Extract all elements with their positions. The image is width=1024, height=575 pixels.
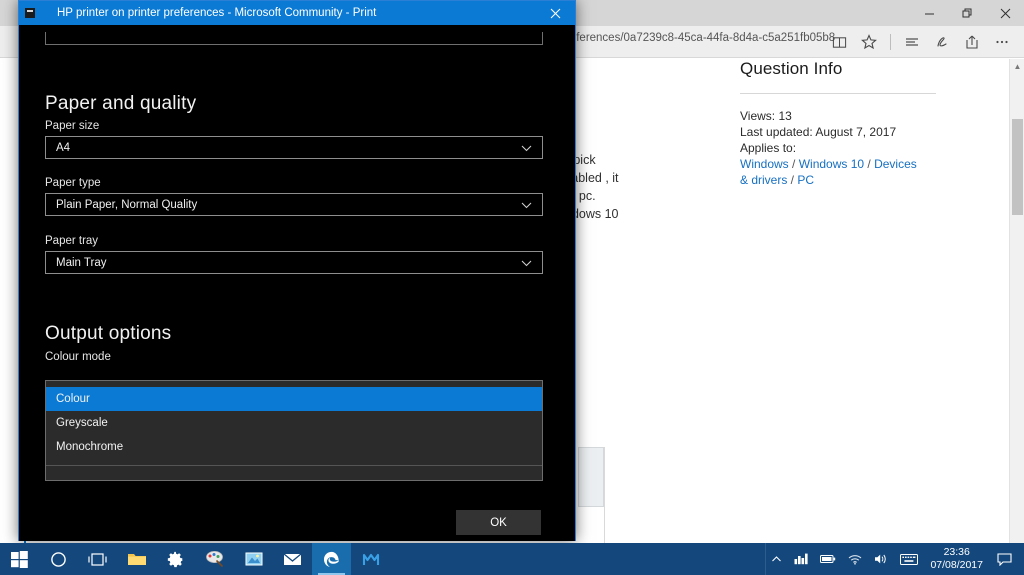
- minimize-button[interactable]: [910, 0, 948, 26]
- applies-to-link-pc[interactable]: PC: [797, 173, 814, 187]
- combobox-paper-size[interactable]: A4: [45, 136, 543, 159]
- last-updated: Last updated: August 7, 2017: [740, 125, 897, 139]
- screen: references/0a7239c8-45ca-44fa-8d4a-c5a25…: [0, 0, 1024, 575]
- clock-time: 23:36: [943, 546, 970, 558]
- page-scrollbar[interactable]: ▲: [1009, 59, 1024, 543]
- combobox-paper-type[interactable]: Plain Paper, Normal Quality: [45, 193, 543, 216]
- system-tray: 23:36 07/08/2017: [765, 543, 1024, 575]
- wifi-icon[interactable]: [842, 543, 868, 575]
- clock[interactable]: 23:36 07/08/2017: [924, 546, 991, 572]
- question-info-rule: [740, 93, 936, 94]
- listbox-option-colour[interactable]: Colour: [46, 387, 542, 411]
- scroll-up-arrow[interactable]: ▲: [1010, 59, 1024, 73]
- combobox-paper-tray-value: Main Tray: [56, 256, 107, 269]
- combobox-paper-size-value: A4: [56, 141, 71, 154]
- app-icon: [19, 1, 41, 25]
- photos-button[interactable]: [234, 543, 273, 575]
- show-hidden-icons-button[interactable]: [765, 543, 788, 575]
- label-paper-tray: Paper tray: [45, 235, 99, 247]
- taskbar-items: [0, 543, 390, 575]
- combobox-paper-tray[interactable]: Main Tray: [45, 251, 543, 274]
- share-icon[interactable]: [958, 28, 986, 56]
- section-heading-output-options: Output options: [45, 323, 172, 344]
- battery-icon[interactable]: [814, 543, 842, 575]
- taskbar: 23:36 07/08/2017: [0, 543, 1024, 575]
- task-view-button[interactable]: [78, 543, 117, 575]
- question-info-title: Question Info: [740, 59, 843, 78]
- paint-button[interactable]: [195, 543, 234, 575]
- task-manager-icon[interactable]: [788, 543, 814, 575]
- close-button[interactable]: [986, 0, 1024, 26]
- applies-to-link-windows-10[interactable]: Windows 10: [799, 157, 864, 171]
- action-center-button[interactable]: [991, 543, 1024, 575]
- applies-to-links: Windows / Windows 10 / Devices & drivers…: [740, 156, 918, 188]
- link-separator: /: [787, 173, 798, 187]
- chevron-down-icon: [521, 194, 532, 217]
- restore-button[interactable]: [948, 0, 986, 26]
- dialog-title: HP printer on printer preferences - Micr…: [57, 7, 377, 19]
- scrollbar-thumb[interactable]: [1012, 119, 1023, 215]
- reading-view-icon[interactable]: [825, 28, 853, 56]
- address-bar-text[interactable]: references/0a7239c8-45ca-44fa-8d4a-c5a25…: [566, 32, 835, 44]
- dialog-close-button[interactable]: [535, 1, 575, 25]
- listbox-colour-mode[interactable]: Colour Greyscale Monochrome: [45, 380, 543, 481]
- question-info-panel: Question Info Views: 13 Last updated: Au…: [740, 59, 1002, 188]
- dialog-titlebar: HP printer on printer preferences - Micr…: [19, 1, 575, 25]
- applies-to-link-windows[interactable]: Windows: [740, 157, 789, 171]
- edge-button[interactable]: [312, 543, 351, 575]
- label-colour-mode: Colour mode: [45, 351, 111, 363]
- label-paper-type: Paper type: [45, 177, 101, 189]
- chevron-down-icon: [521, 252, 532, 275]
- web-note-icon[interactable]: [928, 28, 956, 56]
- keyboard-icon[interactable]: [894, 543, 924, 575]
- browser-toolbar-icons: [825, 26, 1016, 58]
- settings-button[interactable]: [156, 543, 195, 575]
- combobox-paper-type-value: Plain Paper, Normal Quality: [56, 198, 198, 211]
- views-count: Views: 13: [740, 109, 792, 123]
- toolbar-separator: [890, 34, 891, 50]
- cortana-search-button[interactable]: [39, 543, 78, 575]
- section-heading-paper-and-quality: Paper and quality: [45, 93, 197, 114]
- volume-icon[interactable]: [868, 543, 894, 575]
- ok-button[interactable]: OK: [456, 510, 541, 535]
- dialog-body: Paper and quality Paper size A4 Paper ty…: [19, 25, 575, 541]
- start-button[interactable]: [0, 543, 39, 575]
- favorites-star-icon[interactable]: [855, 28, 883, 56]
- hub-icon[interactable]: [898, 28, 926, 56]
- listbox-footer: [46, 465, 542, 471]
- listbox-option-greyscale[interactable]: Greyscale: [46, 411, 542, 435]
- chevron-down-icon: [521, 137, 532, 160]
- mail-button[interactable]: [273, 543, 312, 575]
- malwarebytes-button[interactable]: [351, 543, 390, 575]
- link-separator: /: [788, 157, 799, 171]
- label-paper-size: Paper size: [45, 120, 100, 132]
- clock-date: 07/08/2017: [930, 559, 983, 571]
- window-controls: [910, 0, 1024, 26]
- print-preferences-dialog: HP printer on printer preferences - Micr…: [18, 0, 576, 541]
- listbox-option-monochrome[interactable]: Monochrome: [46, 435, 542, 459]
- tray-divider: [765, 543, 767, 575]
- link-separator: /: [864, 157, 875, 171]
- scrolled-combobox-partial[interactable]: [45, 32, 543, 45]
- quote-block: [578, 447, 604, 507]
- applies-to-label: Applies to:: [740, 141, 797, 155]
- more-icon[interactable]: [988, 28, 1016, 56]
- file-explorer-button[interactable]: [117, 543, 156, 575]
